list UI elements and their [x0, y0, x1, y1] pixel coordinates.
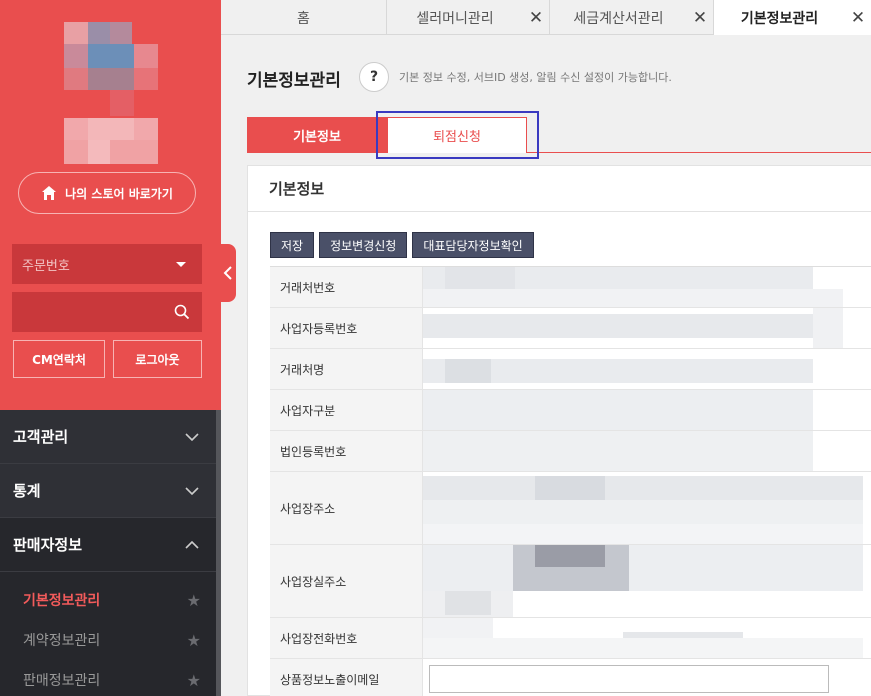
star-icon[interactable]: ★ [187, 591, 201, 610]
save-button[interactable]: 저장 [270, 232, 315, 258]
my-store-button[interactable]: 나의 스토어 바로가기 [18, 172, 196, 214]
order-number-select[interactable]: 주문번호 [12, 244, 202, 284]
table-row: 거래처명 [270, 349, 871, 390]
basic-info-panel: 기본정보 저장 정보변경신청 대표담당자정보확인 거래처번호 사업자등록번호 거… [247, 165, 871, 696]
field-value-redacted [423, 431, 871, 471]
field-value-redacted [423, 618, 871, 658]
tab-tax-invoice[interactable]: 세금계산서관리 ✕ [550, 0, 714, 35]
field-label: 사업자등록번호 [270, 308, 423, 348]
tab-home[interactable]: 홈 [221, 0, 387, 35]
caret-down-icon [176, 262, 186, 267]
field-label: 상품정보노출이메일 [270, 659, 423, 696]
page-title: 기본정보관리 [247, 71, 341, 91]
chevron-left-icon [223, 266, 232, 280]
field-value-redacted [423, 349, 871, 389]
page-description: 기본 정보 수정, 서브ID 생성, 알림 수신 설정이 가능합니다. [399, 71, 672, 84]
table-row: 법인등록번호 [270, 431, 871, 472]
tab-label: 기본정보관리 [740, 10, 819, 27]
tab-seller-money[interactable]: 셀러머니관리 ✕ [387, 0, 550, 35]
tab-label: 셀러머니관리 [416, 10, 494, 27]
sidebar: 나의 스토어 바로가기 주문번호 CM연락처 로그아웃 고객관리 통계 판매자정… [0, 0, 221, 696]
table-row: 사업장전화번호 [270, 618, 871, 659]
product-info-email-input[interactable] [429, 665, 829, 693]
main-content: 기본정보관리 ? 기본 정보 수정, 서브ID 생성, 알림 수신 설정이 가능… [221, 35, 871, 696]
star-icon[interactable]: ★ [187, 631, 201, 650]
help-icon[interactable]: ? [359, 62, 389, 92]
chevron-up-icon [185, 540, 199, 549]
order-search-input[interactable] [12, 292, 202, 332]
tab-bar: 홈 셀러머니관리 ✕ 세금계산서관리 ✕ 기본정보관리 ✕ [221, 0, 871, 35]
table-row: 사업장실주소 [270, 545, 871, 618]
table-row: 거래처번호 [270, 267, 871, 308]
table-row: 사업자등록번호 [270, 308, 871, 349]
menu-group-label: 통계 [13, 482, 41, 500]
subtab-basic-info[interactable]: 기본정보 [247, 117, 387, 153]
submenu-item-basic-info[interactable]: 기본정보관리 ★ [0, 580, 221, 620]
submenu-item-label: 기본정보관리 [23, 593, 101, 609]
store-logo-pixelated [64, 22, 158, 164]
my-store-label: 나의 스토어 바로가기 [65, 186, 173, 201]
field-label: 거래처명 [270, 349, 423, 389]
menu-group-label: 고객관리 [13, 428, 69, 446]
tab-label: 세금계산서관리 [573, 10, 664, 27]
table-row: 상품정보노출이메일 [270, 659, 871, 696]
field-value-redacted [423, 267, 871, 307]
submenu-item-label: 판매정보관리 [23, 673, 101, 689]
action-buttons: 저장 정보변경신청 대표담당자정보확인 [270, 232, 534, 258]
panel-title: 기본정보 [248, 166, 871, 212]
field-label: 법인등록번호 [270, 431, 423, 471]
info-table: 거래처번호 사업자등록번호 거래처명 사업자구분 법인등록번호 사업장주소 사업… [270, 266, 871, 696]
field-value-redacted [423, 390, 871, 430]
field-label: 거래처번호 [270, 267, 423, 307]
change-request-button[interactable]: 정보변경신청 [319, 232, 408, 258]
order-select-value: 주문번호 [22, 258, 70, 274]
sub-tabs: 기본정보 퇴점신청 [247, 117, 871, 153]
cm-contact-button[interactable]: CM연락처 [13, 340, 105, 378]
submenu-item-sales-info[interactable]: 판매정보관리 ★ [0, 660, 221, 696]
tab-label: 홈 [297, 10, 310, 27]
field-label: 사업장전화번호 [270, 618, 423, 658]
chevron-down-icon [185, 432, 199, 441]
subtab-store-closure[interactable]: 퇴점신청 [387, 117, 527, 153]
submenu-item-label: 계약정보관리 [23, 633, 101, 649]
field-value-redacted [423, 308, 871, 348]
menu-group-customer[interactable]: 고객관리 [0, 410, 221, 464]
sidebar-menu: 고객관리 통계 판매자정보 기본정보관리 ★ 계약정보관리 ★ 판매정보관리 ★ [0, 410, 221, 696]
field-label: 사업장주소 [270, 472, 423, 544]
tab-basic-info[interactable]: 기본정보관리 ✕ [714, 0, 871, 35]
menu-group-stats[interactable]: 통계 [0, 464, 221, 518]
field-value-redacted [423, 545, 871, 617]
table-row: 사업장주소 [270, 472, 871, 545]
menu-group-label: 판매자정보 [13, 536, 83, 554]
chevron-down-icon [185, 486, 199, 495]
field-label: 사업자구분 [270, 390, 423, 430]
field-label: 사업장실주소 [270, 545, 423, 617]
home-icon [42, 186, 57, 200]
submenu-seller-info: 기본정보관리 ★ 계약정보관리 ★ 판매정보관리 ★ [0, 572, 221, 696]
sidebar-collapse-button[interactable] [219, 244, 236, 302]
close-icon[interactable]: ✕ [845, 8, 871, 28]
menu-group-seller-info[interactable]: 판매자정보 [0, 518, 221, 572]
submenu-item-contract-info[interactable]: 계약정보관리 ★ [0, 620, 221, 660]
logout-button[interactable]: 로그아웃 [113, 340, 202, 378]
field-value-redacted [423, 472, 871, 544]
close-icon[interactable]: ✕ [687, 8, 713, 28]
table-row: 사업자구분 [270, 390, 871, 431]
close-icon[interactable]: ✕ [523, 8, 549, 28]
rep-contact-check-button[interactable]: 대표담당자정보확인 [412, 232, 534, 258]
field-cell [423, 659, 871, 696]
search-icon[interactable] [174, 304, 190, 320]
star-icon[interactable]: ★ [187, 671, 201, 690]
